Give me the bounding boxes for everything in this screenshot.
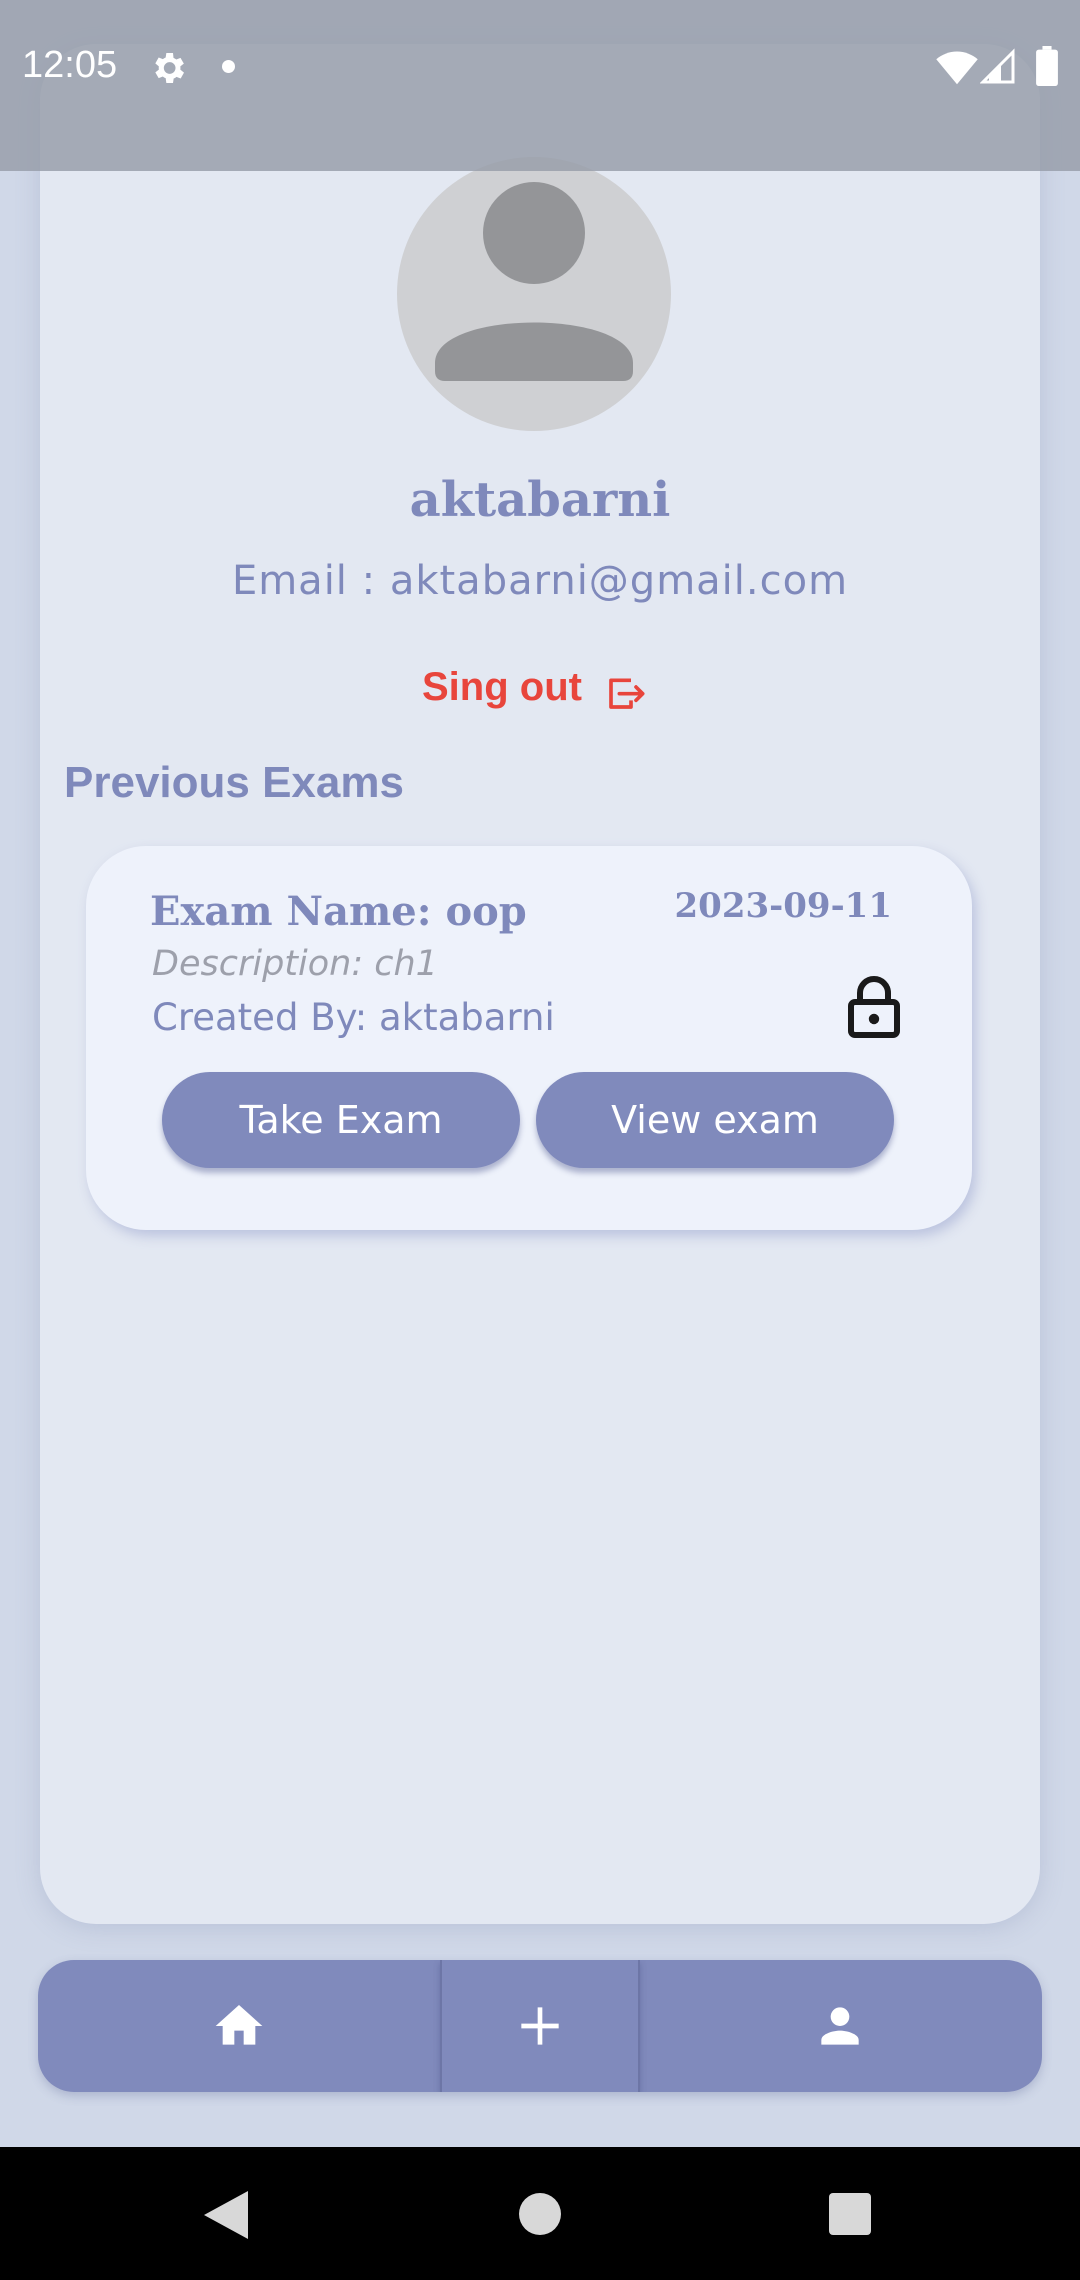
signout-label: Sing out	[422, 664, 582, 709]
plus-icon	[521, 2007, 559, 2045]
profile-icon	[821, 2007, 859, 2045]
nav-add-button[interactable]	[440, 1960, 640, 2092]
view-exam-button[interactable]: View exam	[536, 1072, 894, 1168]
exam-created-by: Created By: aktabarni	[152, 996, 555, 1039]
status-bar: 12:05	[0, 0, 1080, 171]
exam-date: 2023-09-11	[674, 886, 892, 926]
gear-icon	[155, 53, 184, 83]
wifi-icon	[936, 51, 978, 85]
signout-button[interactable]: Sing out	[422, 662, 646, 712]
nav-home-button[interactable]	[38, 1960, 440, 2092]
previous-exams-title: Previous Exams	[64, 758, 404, 807]
status-time: 12:05	[22, 44, 118, 86]
nav-profile-button[interactable]	[638, 1960, 1042, 2092]
take-exam-button[interactable]: Take Exam	[162, 1072, 520, 1168]
person-avatar-icon	[397, 157, 671, 431]
logout-icon	[609, 678, 645, 709]
exam-description: Description: ch1	[152, 944, 438, 984]
back-icon[interactable]	[204, 2191, 248, 2239]
system-navigation-bar	[0, 2147, 1080, 2280]
home-circle-icon[interactable]	[519, 2193, 561, 2235]
bottom-navigation	[38, 1960, 1042, 2092]
username: aktabarni	[409, 472, 671, 528]
email-label: Email : aktabarni@gmail.com	[231, 558, 849, 604]
home-icon	[215, 2005, 263, 2045]
signal-icon	[980, 48, 1015, 84]
exam-name: Exam Name: oop	[150, 888, 527, 935]
battery-icon	[1036, 46, 1058, 86]
exam-card: Exam Name: oop 2023-09-11 Description: c…	[86, 846, 972, 1230]
lock-icon	[848, 976, 900, 1038]
recents-icon[interactable]	[829, 2193, 871, 2235]
notification-dot-icon	[222, 60, 235, 73]
